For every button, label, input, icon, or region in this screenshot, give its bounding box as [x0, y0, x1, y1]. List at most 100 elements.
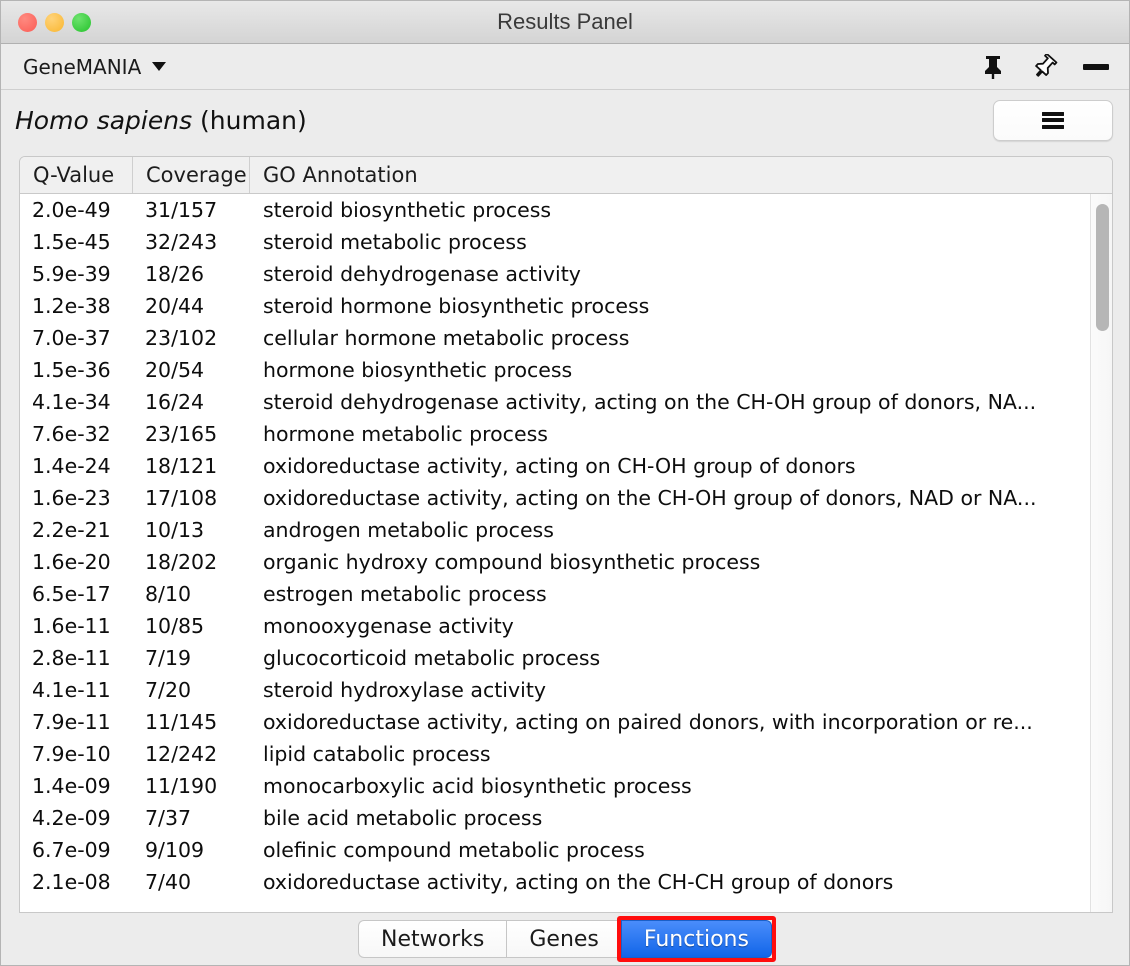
cell-annotation: monooxygenase activity [250, 614, 1112, 638]
cell-coverage: 10/85 [133, 614, 250, 638]
cell-qvalue: 7.6e-32 [20, 422, 133, 446]
cell-qvalue: 4.1e-34 [20, 390, 133, 414]
table-row[interactable]: 2.2e-2110/13androgen metabolic process [20, 514, 1112, 546]
cell-coverage: 31/157 [133, 198, 250, 222]
table-row[interactable]: 5.9e-3918/26steroid dehydrogenase activi… [20, 258, 1112, 290]
table-row[interactable]: 1.4e-2418/121oxidoreductase activity, ac… [20, 450, 1112, 482]
cell-qvalue: 2.2e-21 [20, 518, 133, 542]
window-controls [18, 13, 91, 32]
cell-coverage: 18/26 [133, 262, 250, 286]
tab-functions[interactable]: Functions [621, 920, 772, 958]
cell-qvalue: 1.4e-09 [20, 774, 133, 798]
cell-annotation: estrogen metabolic process [250, 582, 1112, 606]
tab-group: NetworksGenesFunctions [358, 920, 772, 958]
table-row[interactable]: 7.9e-1111/145oxidoreductase activity, ac… [20, 706, 1112, 738]
cell-qvalue: 1.4e-24 [20, 454, 133, 478]
column-header-qvalue[interactable]: Q-Value [20, 157, 133, 193]
cell-qvalue: 1.5e-45 [20, 230, 133, 254]
table-row[interactable]: 4.1e-3416/24steroid dehydrogenase activi… [20, 386, 1112, 418]
table-row[interactable]: 4.2e-097/37bile acid metabolic process [20, 802, 1112, 834]
cell-qvalue: 4.2e-09 [20, 806, 133, 830]
table-row[interactable]: 4.1e-117/20steroid hydroxylase activity [20, 674, 1112, 706]
table-row[interactable]: 1.4e-0911/190monocarboxylic acid biosynt… [20, 770, 1112, 802]
table-row[interactable]: 1.6e-2317/108oxidoreductase activity, ac… [20, 482, 1112, 514]
table-row[interactable]: 7.9e-1012/242lipid catabolic process [20, 738, 1112, 770]
table-body: 2.0e-4931/157steroid biosynthetic proces… [20, 194, 1112, 912]
cell-annotation: oxidoreductase activity, acting on the C… [250, 486, 1112, 510]
chevron-down-icon [152, 62, 166, 71]
cell-coverage: 17/108 [133, 486, 250, 510]
window-title: Results Panel [1, 9, 1129, 35]
cell-qvalue: 6.7e-09 [20, 838, 133, 862]
table-row[interactable]: 1.5e-3620/54hormone biosynthetic process [20, 354, 1112, 386]
pin-filled-icon[interactable] [979, 53, 1007, 81]
cell-annotation: oxidoreductase activity, acting on the C… [250, 870, 1112, 894]
scrollbar-thumb[interactable] [1096, 204, 1109, 331]
cell-coverage: 18/121 [133, 454, 250, 478]
panel-menu-button[interactable] [993, 100, 1113, 141]
pin-outline-icon[interactable] [1031, 53, 1059, 81]
cell-coverage: 18/202 [133, 550, 250, 574]
cell-annotation: oxidoreductase activity, acting on CH-OH… [250, 454, 1112, 478]
cell-coverage: 7/19 [133, 646, 250, 670]
cell-coverage: 11/145 [133, 710, 250, 734]
cell-qvalue: 6.5e-17 [20, 582, 133, 606]
minimize-window-button[interactable] [45, 13, 64, 32]
cell-qvalue: 7.9e-11 [20, 710, 133, 734]
cell-annotation: hormone biosynthetic process [250, 358, 1112, 382]
species-label: Homo sapiens (human) [15, 106, 307, 135]
panel-toolbar: GeneMANIA [1, 44, 1129, 90]
cell-annotation: steroid hormone biosynthetic process [250, 294, 1112, 318]
table-row[interactable]: 2.8e-117/19glucocorticoid metabolic proc… [20, 642, 1112, 674]
source-dropdown[interactable]: GeneMANIA [23, 55, 166, 79]
table-row[interactable]: 2.0e-4931/157steroid biosynthetic proces… [20, 194, 1112, 226]
results-panel-window: Results Panel GeneMANIA [0, 0, 1130, 966]
cell-coverage: 7/37 [133, 806, 250, 830]
close-window-button[interactable] [18, 13, 37, 32]
cell-qvalue: 7.9e-10 [20, 742, 133, 766]
bottom-tab-bar: NetworksGenesFunctions [1, 913, 1129, 965]
species-common-name: (human) [192, 106, 307, 135]
cell-annotation: cellular hormone metabolic process [250, 326, 1112, 350]
table-header-row: Q-Value Coverage GO Annotation [20, 157, 1112, 194]
results-table: Q-Value Coverage GO Annotation 2.0e-4931… [19, 156, 1113, 913]
species-scientific-name: Homo sapiens [15, 106, 192, 135]
column-header-annotation[interactable]: GO Annotation [250, 157, 1112, 193]
cell-coverage: 20/54 [133, 358, 250, 382]
table-row[interactable]: 1.6e-2018/202organic hydroxy compound bi… [20, 546, 1112, 578]
cell-coverage: 12/242 [133, 742, 250, 766]
source-dropdown-label: GeneMANIA [23, 55, 141, 79]
tab-networks[interactable]: Networks [358, 920, 506, 958]
maximize-window-button[interactable] [72, 13, 91, 32]
cell-qvalue: 1.2e-38 [20, 294, 133, 318]
cell-qvalue: 2.8e-11 [20, 646, 133, 670]
cell-annotation: hormone metabolic process [250, 422, 1112, 446]
minimize-dash-icon[interactable] [1083, 64, 1109, 70]
cell-annotation: steroid metabolic process [250, 230, 1112, 254]
table-row[interactable]: 6.5e-178/10estrogen metabolic process [20, 578, 1112, 610]
species-header: Homo sapiens (human) [1, 90, 1129, 150]
cell-coverage: 7/40 [133, 870, 250, 894]
tab-genes[interactable]: Genes [506, 920, 621, 958]
table-row[interactable]: 7.6e-3223/165hormone metabolic process [20, 418, 1112, 450]
cell-annotation: lipid catabolic process [250, 742, 1112, 766]
cell-coverage: 9/109 [133, 838, 250, 862]
cell-qvalue: 7.0e-37 [20, 326, 133, 350]
cell-annotation: steroid hydroxylase activity [250, 678, 1112, 702]
table-row[interactable]: 1.6e-1110/85monooxygenase activity [20, 610, 1112, 642]
cell-qvalue: 2.1e-08 [20, 870, 133, 894]
cell-coverage: 16/24 [133, 390, 250, 414]
cell-coverage: 32/243 [133, 230, 250, 254]
table-row[interactable]: 2.1e-087/40oxidoreductase activity, acti… [20, 866, 1112, 898]
cell-qvalue: 5.9e-39 [20, 262, 133, 286]
cell-coverage: 7/20 [133, 678, 250, 702]
table-row[interactable]: 7.0e-3723/102cellular hormone metabolic … [20, 322, 1112, 354]
cell-annotation: glucocorticoid metabolic process [250, 646, 1112, 670]
column-header-coverage[interactable]: Coverage [133, 157, 250, 193]
title-bar: Results Panel [1, 1, 1129, 44]
table-row[interactable]: 1.2e-3820/44steroid hormone biosynthetic… [20, 290, 1112, 322]
table-vertical-scrollbar[interactable] [1090, 194, 1112, 912]
table-row[interactable]: 1.5e-4532/243steroid metabolic process [20, 226, 1112, 258]
cell-annotation: bile acid metabolic process [250, 806, 1112, 830]
table-row[interactable]: 6.7e-099/109olefinic compound metabolic … [20, 834, 1112, 866]
